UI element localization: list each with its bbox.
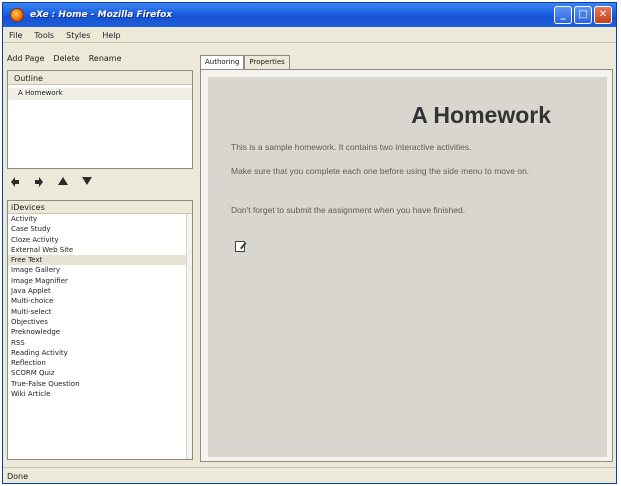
content-paragraph: This is a sample homework. It contains t…: [231, 142, 472, 152]
idevice-item[interactable]: Reflection: [8, 358, 192, 368]
idevice-item[interactable]: RSS: [8, 338, 192, 348]
menu-file[interactable]: File: [9, 31, 22, 40]
idevice-item[interactable]: Activity: [8, 214, 192, 224]
delete-button[interactable]: Delete: [53, 54, 79, 63]
menu-bar: File Tools Styles Help: [3, 28, 616, 43]
authoring-content: A Homework This is a sample homework. It…: [208, 77, 607, 457]
idevices-header: iDevices: [8, 201, 192, 214]
idevices-panel: iDevices Activity Case Study Cloze Activ…: [7, 200, 193, 460]
idevice-item[interactable]: Java Applet: [8, 286, 192, 296]
idevice-item[interactable]: Objectives: [8, 317, 192, 327]
demote-icon[interactable]: [33, 175, 45, 187]
authoring-frame: A Homework This is a sample homework. It…: [200, 69, 613, 462]
browser-window: eXe : Home - Mozilla Firefox _ □ ✕ File …: [2, 2, 617, 484]
outline-header: Outline: [8, 71, 192, 85]
outline-panel: Outline A Homework: [7, 70, 193, 169]
idevice-item[interactable]: Image Magnifier: [8, 276, 192, 286]
idevices-scrollbar[interactable]: [186, 214, 192, 459]
idevice-item[interactable]: SCORM Quiz: [8, 368, 192, 378]
outline-move-controls: [9, 175, 93, 187]
idevice-item[interactable]: Multi-select: [8, 307, 192, 317]
status-bar: Done: [3, 467, 616, 483]
menu-help[interactable]: Help: [102, 31, 120, 40]
content-paragraph: Make sure that you complete each one bef…: [231, 166, 530, 176]
idevice-item-selected[interactable]: Free Text: [8, 255, 192, 266]
outline-node-a-homework[interactable]: A Homework: [8, 88, 192, 100]
edit-icon[interactable]: [235, 240, 247, 252]
page-title: A Homework: [411, 102, 551, 128]
move-up-icon[interactable]: [57, 175, 69, 187]
maximize-button[interactable]: □: [574, 6, 592, 24]
idevice-item[interactable]: Preknowledge: [8, 327, 192, 337]
rename-button[interactable]: Rename: [89, 54, 122, 63]
tab-authoring[interactable]: Authoring: [200, 55, 245, 69]
menu-styles[interactable]: Styles: [66, 31, 90, 40]
move-down-icon[interactable]: [81, 175, 93, 187]
window-title: eXe : Home - Mozilla Firefox: [30, 10, 173, 20]
idevice-item[interactable]: External Web Site: [8, 245, 192, 255]
minimize-button[interactable]: _: [554, 6, 572, 24]
idevice-item[interactable]: Reading Activity: [8, 348, 192, 358]
window-controls: _ □ ✕: [554, 6, 612, 24]
menu-tools[interactable]: Tools: [34, 31, 54, 40]
outline-toolbar: Add Page Delete Rename: [7, 54, 122, 63]
add-page-button[interactable]: Add Page: [7, 54, 44, 63]
tab-properties[interactable]: Properties: [244, 55, 290, 69]
idevice-item[interactable]: True-False Question: [8, 379, 192, 389]
idevice-item[interactable]: Wiki Article: [8, 389, 192, 399]
firefox-icon: [10, 8, 24, 22]
content-paragraph: Don't forget to submit the assignment wh…: [231, 205, 466, 215]
editor-tabs: Authoring Properties: [200, 55, 290, 69]
idevice-item[interactable]: Multi-choice: [8, 296, 192, 306]
idevice-item[interactable]: Case Study: [8, 224, 192, 234]
idevice-item[interactable]: Image Gallery: [8, 265, 192, 275]
close-button[interactable]: ✕: [594, 6, 612, 24]
idevice-item[interactable]: Cloze Activity: [8, 235, 192, 245]
promote-icon[interactable]: [9, 175, 21, 187]
title-bar[interactable]: eXe : Home - Mozilla Firefox _ □ ✕: [3, 3, 616, 27]
